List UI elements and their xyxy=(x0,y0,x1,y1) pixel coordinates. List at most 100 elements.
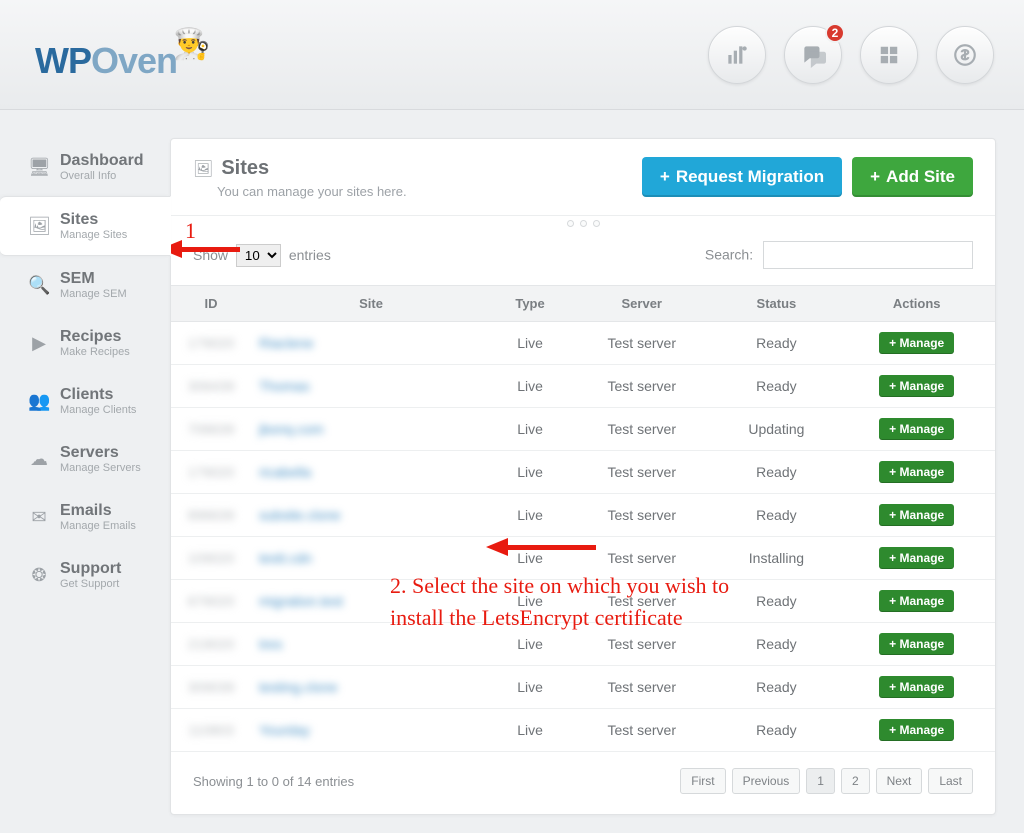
cell-id: 679020 xyxy=(171,580,251,623)
topnav-money-icon[interactable] xyxy=(936,26,994,84)
sidebar-item-support[interactable]: ❂ SupportGet Support xyxy=(0,546,170,604)
cell-actions: Manage xyxy=(838,365,995,408)
cell-type: Live xyxy=(491,537,569,580)
page-subtitle: You can manage your sites here. xyxy=(217,184,407,199)
cell-status: Updating xyxy=(714,408,838,451)
cell-status: Ready xyxy=(714,451,838,494)
cell-status: Ready xyxy=(714,580,838,623)
manage-button[interactable]: Manage xyxy=(879,504,954,526)
search-input[interactable] xyxy=(763,241,973,269)
cell-server: Test server xyxy=(569,365,714,408)
sidebar-item-clients[interactable]: 👥 ClientsManage Clients xyxy=(0,372,170,430)
notification-badge: 2 xyxy=(825,23,845,43)
cloud-icon: ☁ xyxy=(28,449,50,470)
sidebar-item-servers[interactable]: ☁ ServersManage Servers xyxy=(0,430,170,488)
sidebar-item-sub: Overall Info xyxy=(60,170,144,182)
sidebar-item-sites[interactable]: 🖼 SitesManage Sites xyxy=(0,196,171,256)
page-first[interactable]: First xyxy=(680,768,725,794)
cell-site[interactable]: tres xyxy=(251,623,491,666)
manage-button[interactable]: Manage xyxy=(879,719,954,741)
cell-site[interactable]: subsite.clone xyxy=(251,494,491,537)
page-last[interactable]: Last xyxy=(928,768,973,794)
page-2[interactable]: 2 xyxy=(841,768,870,794)
cell-server: Test server xyxy=(569,580,714,623)
add-site-button[interactable]: +Add Site xyxy=(852,157,973,197)
cell-status: Ready xyxy=(714,623,838,666)
brand-part1: WP xyxy=(35,40,91,81)
cell-site[interactable]: Thomas xyxy=(251,365,491,408)
col-status[interactable]: Status xyxy=(714,286,838,322)
page-next[interactable]: Next xyxy=(876,768,923,794)
topnav-grid-icon[interactable] xyxy=(860,26,918,84)
sidebar-item-sem[interactable]: 🔍 SEMManage SEM xyxy=(0,256,170,314)
search-control: Search: xyxy=(705,241,973,269)
request-migration-button[interactable]: +Request Migration xyxy=(642,157,842,197)
cell-id: 110803 xyxy=(171,709,251,752)
cell-status: Ready xyxy=(714,494,838,537)
brand-logo: WPOven 👨‍🍳 xyxy=(35,27,210,82)
sidebar-item-sub: Manage Sites xyxy=(60,229,127,241)
manage-button[interactable]: Manage xyxy=(879,676,954,698)
manage-button[interactable]: Manage xyxy=(879,461,954,483)
cell-id: 309039 xyxy=(171,666,251,709)
table-row: 896639subsite.cloneLiveTest serverReadyM… xyxy=(171,494,995,537)
manage-button[interactable]: Manage xyxy=(879,590,954,612)
table-row: 179020RiacleneLiveTest serverReadyManage xyxy=(171,322,995,365)
col-actions[interactable]: Actions xyxy=(838,286,995,322)
cell-site[interactable]: migration.test xyxy=(251,580,491,623)
cell-server: Test server xyxy=(569,709,714,752)
topnav-billing-icon[interactable] xyxy=(708,26,766,84)
clients-icon: 👥 xyxy=(28,391,50,412)
page-1[interactable]: 1 xyxy=(806,768,835,794)
cell-server: Test server xyxy=(569,537,714,580)
cell-site[interactable]: Yourday xyxy=(251,709,491,752)
topnav-messages-icon[interactable]: 2 xyxy=(784,26,842,84)
cell-server: Test server xyxy=(569,451,714,494)
cell-status: Installing xyxy=(714,537,838,580)
manage-button[interactable]: Manage xyxy=(879,418,954,440)
manage-button[interactable]: Manage xyxy=(879,375,954,397)
manage-button[interactable]: Manage xyxy=(879,332,954,354)
cell-status: Ready xyxy=(714,322,838,365)
page-prev[interactable]: Previous xyxy=(732,768,801,794)
cell-site[interactable]: jbonq.com xyxy=(251,408,491,451)
cell-site[interactable]: testing.clone xyxy=(251,666,491,709)
manage-button[interactable]: Manage xyxy=(879,547,954,569)
sidebar-item-recipes[interactable]: ▶ RecipesMake Recipes xyxy=(0,314,170,372)
cell-actions: Manage xyxy=(838,537,995,580)
cell-site[interactable]: Riaclene xyxy=(251,322,491,365)
recipes-icon: ▶ xyxy=(28,333,50,354)
manage-button[interactable]: Manage xyxy=(879,633,954,655)
page-title: Sites xyxy=(221,157,269,180)
sidebar-item-label: Recipes xyxy=(60,328,130,346)
cell-type: Live xyxy=(491,709,569,752)
cell-id: 179020 xyxy=(171,322,251,365)
cell-actions: Manage xyxy=(838,408,995,451)
search-icon: 🔍 xyxy=(28,275,50,296)
sites-table: ID Site Type Server Status Actions 17902… xyxy=(171,285,995,752)
cell-site[interactable]: ricabella xyxy=(251,451,491,494)
chef-hat-icon: 👨‍🍳 xyxy=(173,27,210,62)
cell-type: Live xyxy=(491,494,569,537)
sidebar-item-sub: Make Recipes xyxy=(60,346,130,358)
col-site[interactable]: Site xyxy=(251,286,491,322)
cell-id: 179020 xyxy=(171,451,251,494)
col-type[interactable]: Type xyxy=(491,286,569,322)
sidebar-item-emails[interactable]: ✉ EmailsManage Emails xyxy=(0,488,170,546)
sidebar-item-sub: Get Support xyxy=(60,578,121,590)
table-row: 219020tresLiveTest serverReadyManage xyxy=(171,623,995,666)
sidebar-item-dashboard[interactable]: 🖥 DashboardOverall Info xyxy=(0,138,170,196)
cell-actions: Manage xyxy=(838,580,995,623)
cell-id: 109020 xyxy=(171,537,251,580)
top-nav: 2 xyxy=(708,26,994,84)
col-id[interactable]: ID xyxy=(171,286,251,322)
sidebar-item-label: Emails xyxy=(60,502,136,520)
cell-actions: Manage xyxy=(838,623,995,666)
col-server[interactable]: Server xyxy=(569,286,714,322)
table-row: 706639jbonq.comLiveTest serverUpdatingMa… xyxy=(171,408,995,451)
cell-site[interactable]: testt.cdn xyxy=(251,537,491,580)
cell-type: Live xyxy=(491,408,569,451)
sidebar-item-label: Dashboard xyxy=(60,152,144,170)
cell-type: Live xyxy=(491,365,569,408)
entries-select[interactable]: 10 xyxy=(236,244,281,267)
